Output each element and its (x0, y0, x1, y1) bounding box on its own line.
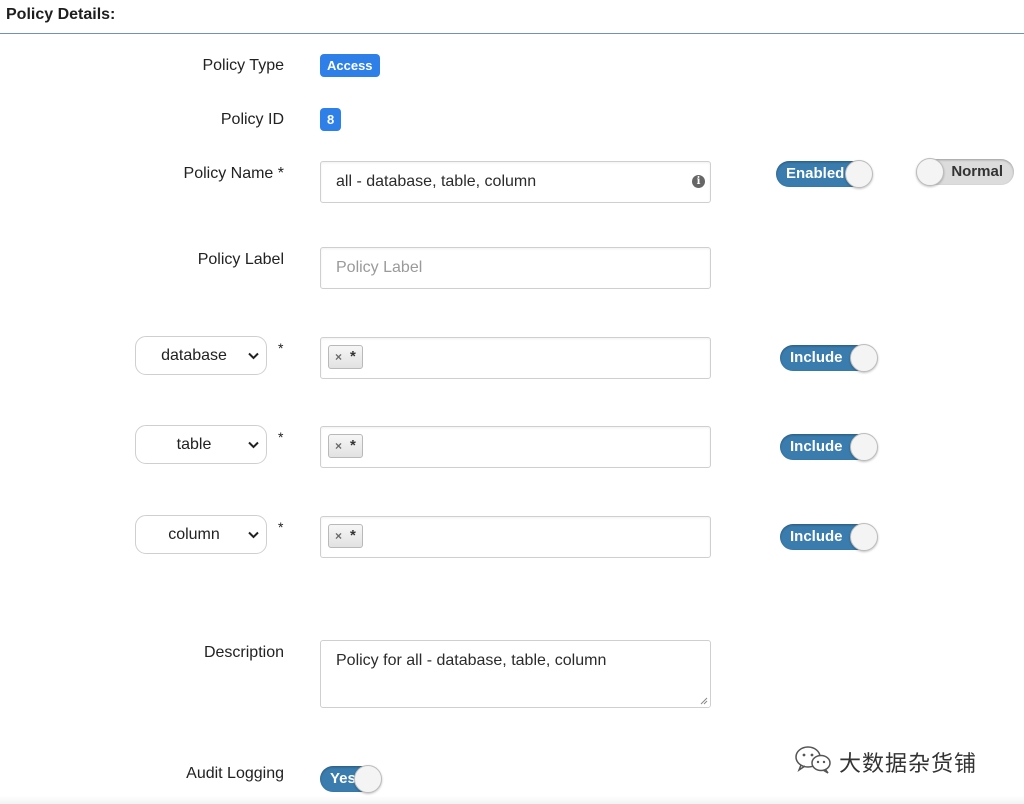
include-toggle-label: Include (790, 528, 843, 545)
include-toggle-label: Include (790, 438, 843, 455)
required-marker: * (278, 519, 284, 535)
wechat-icon (795, 746, 831, 774)
audit-logging-label: Audit Logging (186, 765, 284, 782)
policy-id-badge: 8 (320, 108, 342, 131)
resource-type-value: column (168, 526, 220, 543)
policy-name-label: Policy Name * (183, 165, 284, 182)
policy-enabled-toggle[interactable]: Enabled (776, 160, 873, 188)
resource-values-field-table[interactable]: × * (320, 426, 711, 468)
policy-name-field[interactable]: i (320, 161, 711, 203)
toggle-knob (850, 344, 878, 372)
chevron-down-icon (248, 531, 259, 539)
include-toggle-database[interactable]: Include (780, 344, 878, 372)
toggle-knob (850, 523, 878, 551)
toggle-knob (850, 433, 878, 461)
watermark-text: 大数据杂货铺 (839, 751, 978, 776)
policy-name-input[interactable] (336, 162, 676, 202)
description-textarea[interactable]: Policy for all - database, table, column (320, 640, 711, 708)
policy-enabled-toggle-label: Enabled (786, 165, 845, 182)
resource-type-select-column[interactable]: column (135, 515, 267, 554)
resource-type-value: table (176, 436, 212, 453)
description-label: Description (203, 644, 284, 661)
policy-id-label: Policy ID (220, 111, 284, 128)
policy-label-input[interactable] (336, 248, 676, 288)
audit-logging-toggle[interactable]: Yes (320, 765, 382, 793)
resource-value-tag: × * (328, 524, 363, 548)
remove-tag-icon[interactable]: × (335, 350, 342, 364)
policy-type-badge: Access (320, 54, 380, 77)
policy-type-label: Policy Type (202, 57, 284, 74)
resource-type-select-database[interactable]: database (135, 336, 267, 375)
resource-type-value: database (161, 347, 227, 364)
bottom-fade (0, 796, 1024, 804)
tag-value: * (350, 437, 356, 454)
toggle-knob (354, 765, 382, 793)
info-icon[interactable]: i (692, 175, 705, 188)
chevron-down-icon (248, 441, 259, 449)
required-marker: * (278, 340, 284, 356)
audit-logging-toggle-label: Yes (330, 770, 356, 787)
resource-values-field-column[interactable]: × * (320, 516, 711, 558)
policy-label-field[interactable] (320, 247, 711, 289)
remove-tag-icon[interactable]: × (335, 439, 342, 453)
resize-grip-icon[interactable] (699, 696, 708, 705)
include-toggle-column[interactable]: Include (780, 523, 878, 551)
include-toggle-table[interactable]: Include (780, 433, 878, 461)
toggle-knob (845, 160, 873, 188)
policy-label-label: Policy Label (197, 251, 284, 268)
resource-value-tag: × * (328, 345, 363, 369)
policy-override-toggle[interactable]: Normal (916, 158, 1014, 186)
resource-values-field-database[interactable]: × * (320, 337, 711, 379)
resource-type-select-table[interactable]: table (135, 425, 267, 464)
tag-value: * (350, 348, 356, 365)
chevron-down-icon (248, 352, 259, 360)
section-divider (0, 33, 1024, 34)
remove-tag-icon[interactable]: × (335, 529, 342, 543)
required-marker: * (278, 429, 284, 445)
tag-value: * (350, 527, 356, 544)
policy-override-toggle-label: Normal (951, 163, 1003, 180)
section-title: Policy Details: (6, 6, 116, 23)
resource-value-tag: × * (328, 434, 363, 458)
description-text: Policy for all - database, table, column (336, 652, 607, 669)
include-toggle-label: Include (790, 349, 843, 366)
toggle-knob (916, 158, 944, 186)
